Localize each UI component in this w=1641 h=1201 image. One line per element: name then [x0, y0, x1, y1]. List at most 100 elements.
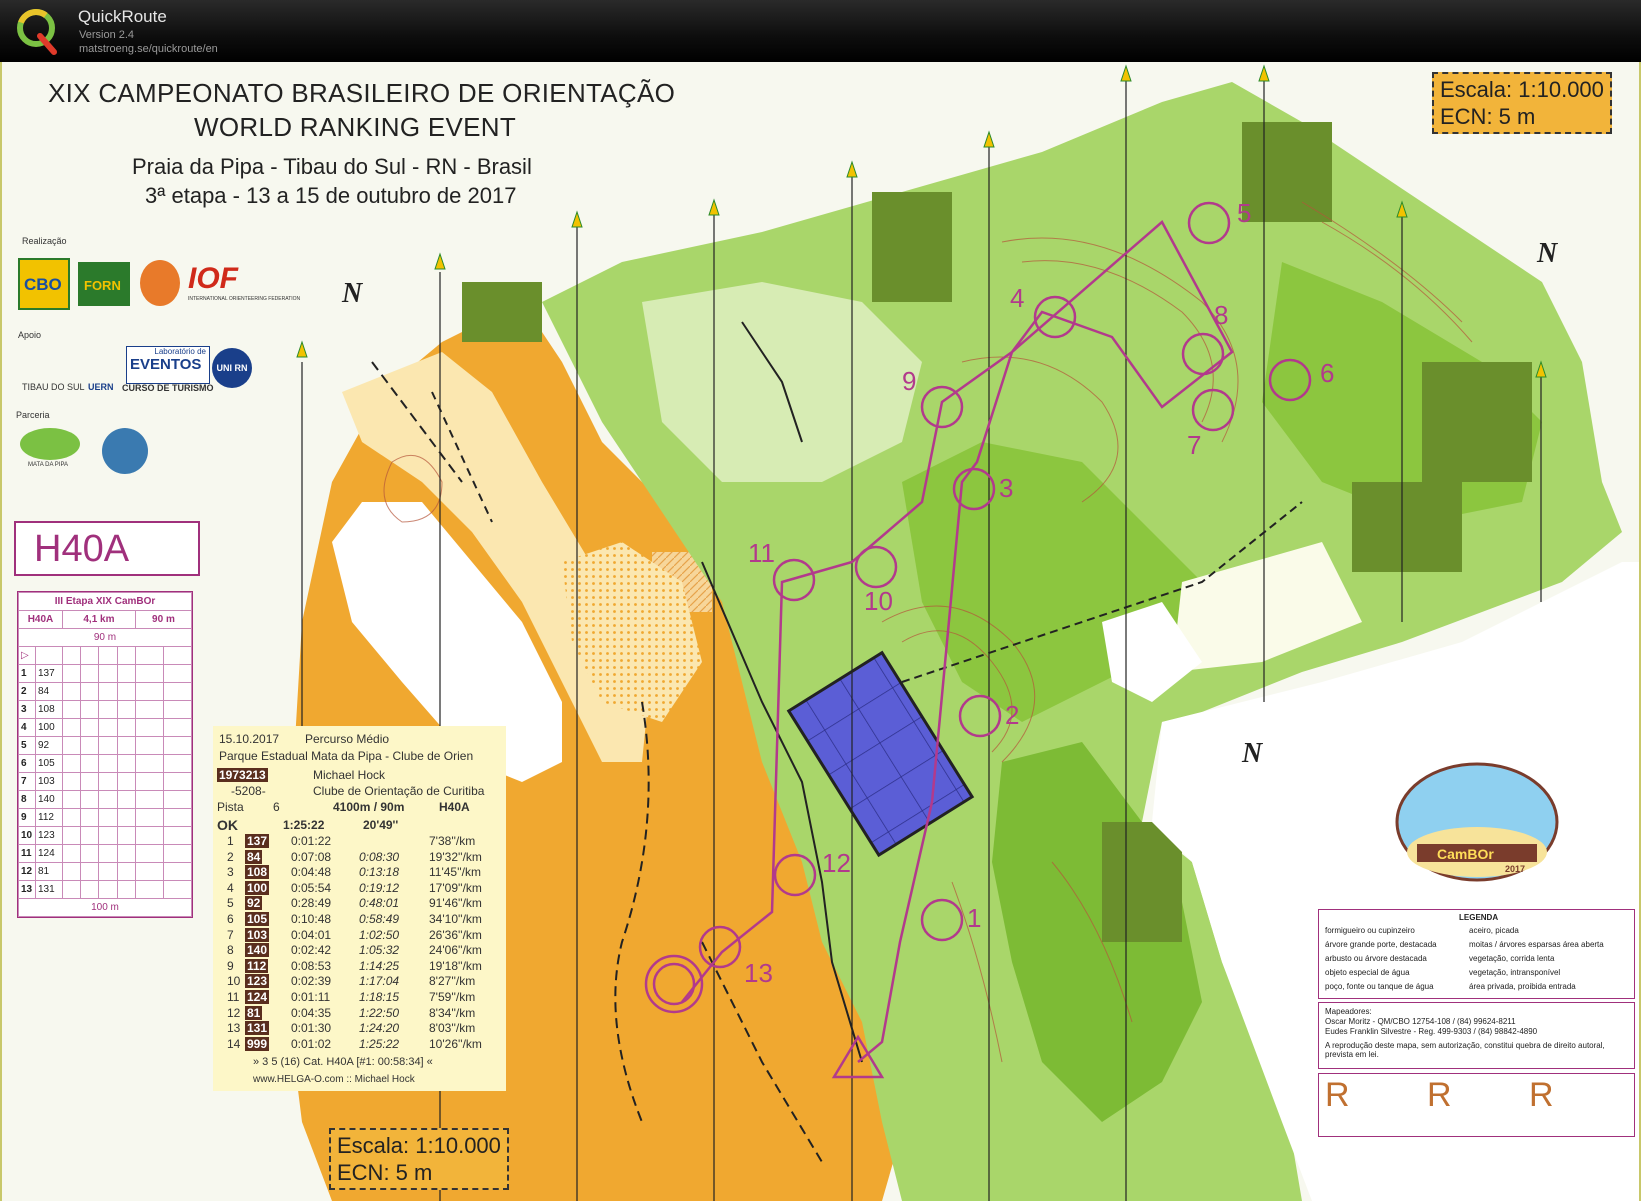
desc-row: 8 140: [18, 790, 193, 809]
mata-logo: [20, 428, 80, 460]
split-cumulative: 0:19:12: [359, 880, 400, 895]
private-area: [462, 282, 542, 342]
reserved-box: R R R: [1318, 1073, 1635, 1137]
split-runner-id: -5208-: [231, 784, 266, 798]
app-title: QuickRoute: [78, 7, 167, 26]
split-class: H40A: [439, 800, 470, 814]
desc-code: 131: [35, 880, 63, 899]
split-num: 13: [227, 1021, 241, 1036]
desc-number: 5: [18, 736, 36, 755]
desc-code: 137: [35, 664, 63, 683]
desc-code: 92: [35, 736, 63, 755]
mata-label: MATA DA PIPA: [28, 462, 69, 468]
split-course-type: Percurso Médio: [305, 732, 390, 746]
desc-row: 1 137: [18, 664, 193, 683]
split-code: 84: [245, 849, 263, 864]
desc-row: 6 105: [18, 754, 193, 773]
split-runner: Michael Hock: [313, 768, 386, 782]
uern-logo: UERN: [88, 382, 114, 392]
desc-finish: 100 m: [18, 898, 192, 917]
desc-row: 9 112: [18, 808, 193, 827]
private-area: [1352, 482, 1462, 572]
split-num: 14: [227, 1036, 241, 1051]
legend-item: área privada, proibida entrada: [1469, 982, 1576, 991]
split-event: Parque Estadual Mata da Pipa - Clube de …: [219, 749, 474, 763]
split-num: 3: [227, 865, 234, 880]
split-total-pace: 20'49'': [363, 818, 399, 832]
desc-code: 108: [35, 700, 63, 719]
split-time: 0:04:01: [291, 927, 332, 942]
split-pace: 7'38''/km: [429, 834, 476, 848]
split-cumulative: 1:18:15: [359, 990, 400, 1004]
split-code: 100: [245, 880, 270, 895]
desc-code: 105: [35, 754, 63, 773]
map-canvas[interactable]: 1 2 3 4 5 6 7 8 9 10 11 12 13 N N N CamB…: [0, 62, 1641, 1201]
split-cumulative: 1:05:32: [359, 943, 400, 958]
control-number-5: 5: [1237, 198, 1251, 228]
split-cumulative: 0:48:01: [359, 896, 400, 911]
split-cumulative: 1:17:04: [359, 974, 400, 989]
split-si-number: 1973213: [217, 768, 268, 782]
split-cumulative: 0:58:49: [359, 912, 400, 926]
split-num: 7: [227, 927, 234, 942]
split-time: 0:07:08: [291, 849, 332, 864]
desc-number: 9: [18, 808, 36, 827]
split-num: 8: [227, 943, 234, 958]
split-row: 11 124 0:01:11 1:18:15 7'59''/km: [213, 990, 506, 1005]
split-pace: 17'09''/km: [429, 880, 482, 895]
split-total-time: 1:25:22: [283, 818, 325, 832]
reserved-mark-1: R: [1325, 1076, 1350, 1114]
split-time: 0:04:48: [291, 865, 332, 880]
app-url-link[interactable]: matstroeng.se/quickroute/en: [79, 43, 218, 55]
desc-code: 84: [35, 682, 63, 701]
split-row: 3 108 0:04:48 0:13:18 11'45''/km: [213, 865, 506, 880]
desc-marked-route: 90 m: [18, 628, 192, 647]
control-number-11: 11: [748, 538, 775, 568]
split-code: 124: [245, 990, 270, 1004]
desc-start-row: ▷: [18, 646, 193, 665]
control-number-3: 3: [999, 473, 1013, 503]
split-pace: 8'34''/km: [429, 1005, 476, 1020]
legend-item: aceiro, picada: [1469, 926, 1519, 935]
desc-number: 8: [18, 790, 36, 809]
unirn-logo: UNI RN: [212, 348, 252, 388]
split-time: 0:28:49: [291, 896, 332, 911]
legend-item: árvore grande porte, destacada: [1325, 940, 1437, 949]
desc-climb: 90 m: [134, 610, 193, 629]
event-logo: CamBOr 2017: [1395, 762, 1559, 882]
split-code: 81: [245, 1005, 263, 1020]
split-num: 6: [227, 912, 234, 926]
map-title-line1: XIX CAMPEONATO BRASILEIRO DE ORIENTAÇÃO: [48, 78, 676, 108]
split-pace: 91'46''/km: [429, 896, 482, 911]
split-row: 6 105 0:10:48 0:58:49 34'10''/km: [213, 912, 506, 927]
private-area: [1242, 122, 1332, 222]
control-description-sheet: III Etapa XIX CamBOr H40A 4,1 km 90 m 90…: [17, 591, 193, 918]
split-code: 131: [245, 1021, 270, 1036]
course-name-box: H40A: [14, 521, 200, 576]
turismo-logo: CURSO DE TURISMO: [122, 383, 214, 393]
split-num: 4: [227, 880, 234, 895]
split-pace: 26'36''/km: [429, 927, 482, 942]
split-pace: 19'18''/km: [429, 958, 482, 973]
desc-code: 100: [35, 718, 63, 737]
santuario-logo: [102, 428, 148, 474]
desc-number: 1: [18, 664, 36, 683]
desc-code: 140: [35, 790, 63, 809]
split-row: 12 81 0:04:35 1:22:50 8'34''/km: [213, 1005, 506, 1021]
split-pace: 7'59''/km: [429, 990, 476, 1004]
split-time: 0:08:53: [291, 958, 332, 973]
split-row: 7 103 0:04:01 1:02:50 26'36''/km: [213, 927, 506, 943]
forn-logo: FORN: [78, 262, 130, 306]
split-time: 0:04:35: [291, 1005, 332, 1020]
split-num: 1: [227, 834, 234, 848]
split-row: 9 112 0:08:53 1:14:25 19'18''/km: [213, 958, 506, 974]
desc-code: 124: [35, 844, 63, 863]
legend-item: moitas / árvores esparsas área aberta: [1469, 940, 1604, 949]
control-number-12: 12: [822, 848, 851, 878]
desc-class: H40A: [18, 610, 63, 629]
split-time: 0:01:11: [291, 990, 331, 1004]
reserved-mark-2: R: [1427, 1076, 1452, 1114]
split-row: 2 84 0:07:08 0:08:30 19'32''/km: [213, 849, 506, 865]
desc-row: 5 92: [18, 736, 193, 755]
split-code: 137: [245, 834, 270, 848]
